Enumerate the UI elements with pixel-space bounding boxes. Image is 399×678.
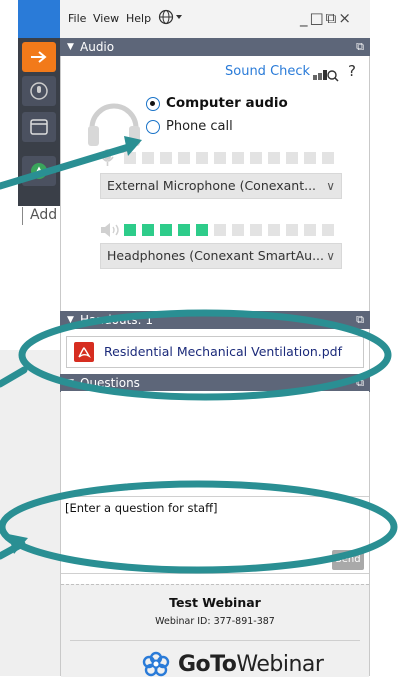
level-segment — [124, 224, 136, 236]
level-segment — [196, 152, 208, 164]
question-input[interactable]: [Enter a question for staff] — [61, 496, 369, 574]
level-segment — [304, 152, 316, 164]
footer-divider — [70, 640, 360, 641]
collapse-triangle-icon: ▼ — [67, 42, 74, 52]
audio-header-label: Audio — [80, 40, 115, 54]
sound-check-link[interactable]: Sound Check — [225, 64, 310, 79]
speaker-select-value: Headphones (Conexant SmartAu... — [107, 248, 324, 263]
menu-help[interactable]: Help — [126, 12, 151, 25]
level-segment — [250, 152, 262, 164]
level-segment — [196, 224, 208, 236]
questions-header-label: Questions — [80, 376, 140, 390]
microphone-button[interactable] — [22, 76, 56, 106]
brand-webinar: Webinar — [236, 651, 324, 677]
computer-audio-radio[interactable] — [146, 97, 160, 111]
arrow-right-icon — [31, 51, 47, 63]
globe-icon — [158, 9, 182, 25]
gotowebinar-logo: GoTo Webinar — [140, 650, 324, 678]
level-segment — [160, 224, 172, 236]
level-segment — [124, 152, 136, 164]
screen-button[interactable] — [22, 112, 56, 142]
phone-call-label[interactable]: Phone call — [166, 119, 233, 134]
collapse-triangle-icon: ▼ — [67, 378, 74, 388]
level-segment — [268, 152, 280, 164]
webinar-title: Test Webinar — [169, 595, 261, 610]
questions-log — [61, 391, 369, 496]
level-segment — [178, 152, 190, 164]
handouts-section-header[interactable]: ▼ Handouts: 1 ⧉ — [60, 311, 370, 329]
microphone-level-icon — [100, 148, 116, 172]
level-segment — [322, 224, 334, 236]
microphone-select-value: External Microphone (Conexant... — [107, 178, 317, 193]
left-divider — [22, 207, 23, 225]
microphone-select[interactable]: External Microphone (Conexant... ∨ — [100, 173, 342, 199]
signal-settings-icon[interactable] — [313, 67, 339, 86]
left-gray-area — [0, 350, 60, 676]
level-segment — [160, 152, 172, 164]
left-add-label: Add — [30, 207, 58, 223]
level-segment — [178, 224, 190, 236]
gotowebinar-flower-icon — [142, 651, 170, 677]
questions-section-header[interactable]: ▼ Questions ⧉ — [60, 374, 370, 392]
hand-icon — [31, 163, 47, 179]
microphone-icon — [30, 82, 48, 100]
collapse-triangle-icon: ▼ — [67, 315, 74, 325]
menu-file[interactable]: File — [68, 12, 86, 25]
audio-help-button[interactable]: ? — [348, 62, 356, 80]
level-segment — [214, 224, 226, 236]
popout-icon[interactable]: ⧉ — [356, 38, 364, 56]
popout-icon[interactable]: ⧉ — [356, 311, 364, 329]
popout-icon[interactable]: ⧉ — [356, 374, 364, 392]
left-toolbar-top — [18, 0, 60, 38]
webinar-id: Webinar ID: 377-891-387 — [155, 616, 275, 627]
menu-view[interactable]: View — [93, 12, 119, 25]
level-segment — [304, 224, 316, 236]
level-segment — [250, 224, 262, 236]
send-button[interactable]: Send — [332, 550, 364, 570]
phone-call-radio[interactable] — [146, 120, 160, 134]
handouts-header-label: Handouts: 1 — [80, 313, 153, 327]
level-segment — [142, 224, 154, 236]
chevron-down-icon: ∨ — [326, 179, 335, 193]
level-segment — [232, 152, 244, 164]
brand-goto: GoTo — [178, 651, 237, 677]
window-controls[interactable]: _□⧉× — [300, 9, 353, 27]
level-segment — [142, 152, 154, 164]
level-segment — [214, 152, 226, 164]
speaker-level-icon — [100, 222, 122, 242]
chevron-down-icon: ∨ — [326, 249, 335, 263]
level-segment — [286, 224, 298, 236]
level-segment — [322, 152, 334, 164]
language-menu[interactable] — [158, 9, 184, 28]
pdf-icon — [74, 342, 94, 362]
level-segment — [286, 152, 298, 164]
handout-file-name[interactable]: Residential Mechanical Ventilation.pdf — [104, 344, 342, 359]
computer-audio-label[interactable]: Computer audio — [166, 95, 288, 111]
collapse-panel-button[interactable] — [22, 42, 56, 72]
level-segment — [268, 224, 280, 236]
audio-section-header[interactable]: ▼ Audio ⧉ — [60, 38, 370, 56]
window-icon — [30, 119, 48, 135]
speaker-select[interactable]: Headphones (Conexant SmartAu... ∨ — [100, 243, 342, 269]
level-segment — [232, 224, 244, 236]
webcam-button[interactable] — [22, 156, 56, 186]
